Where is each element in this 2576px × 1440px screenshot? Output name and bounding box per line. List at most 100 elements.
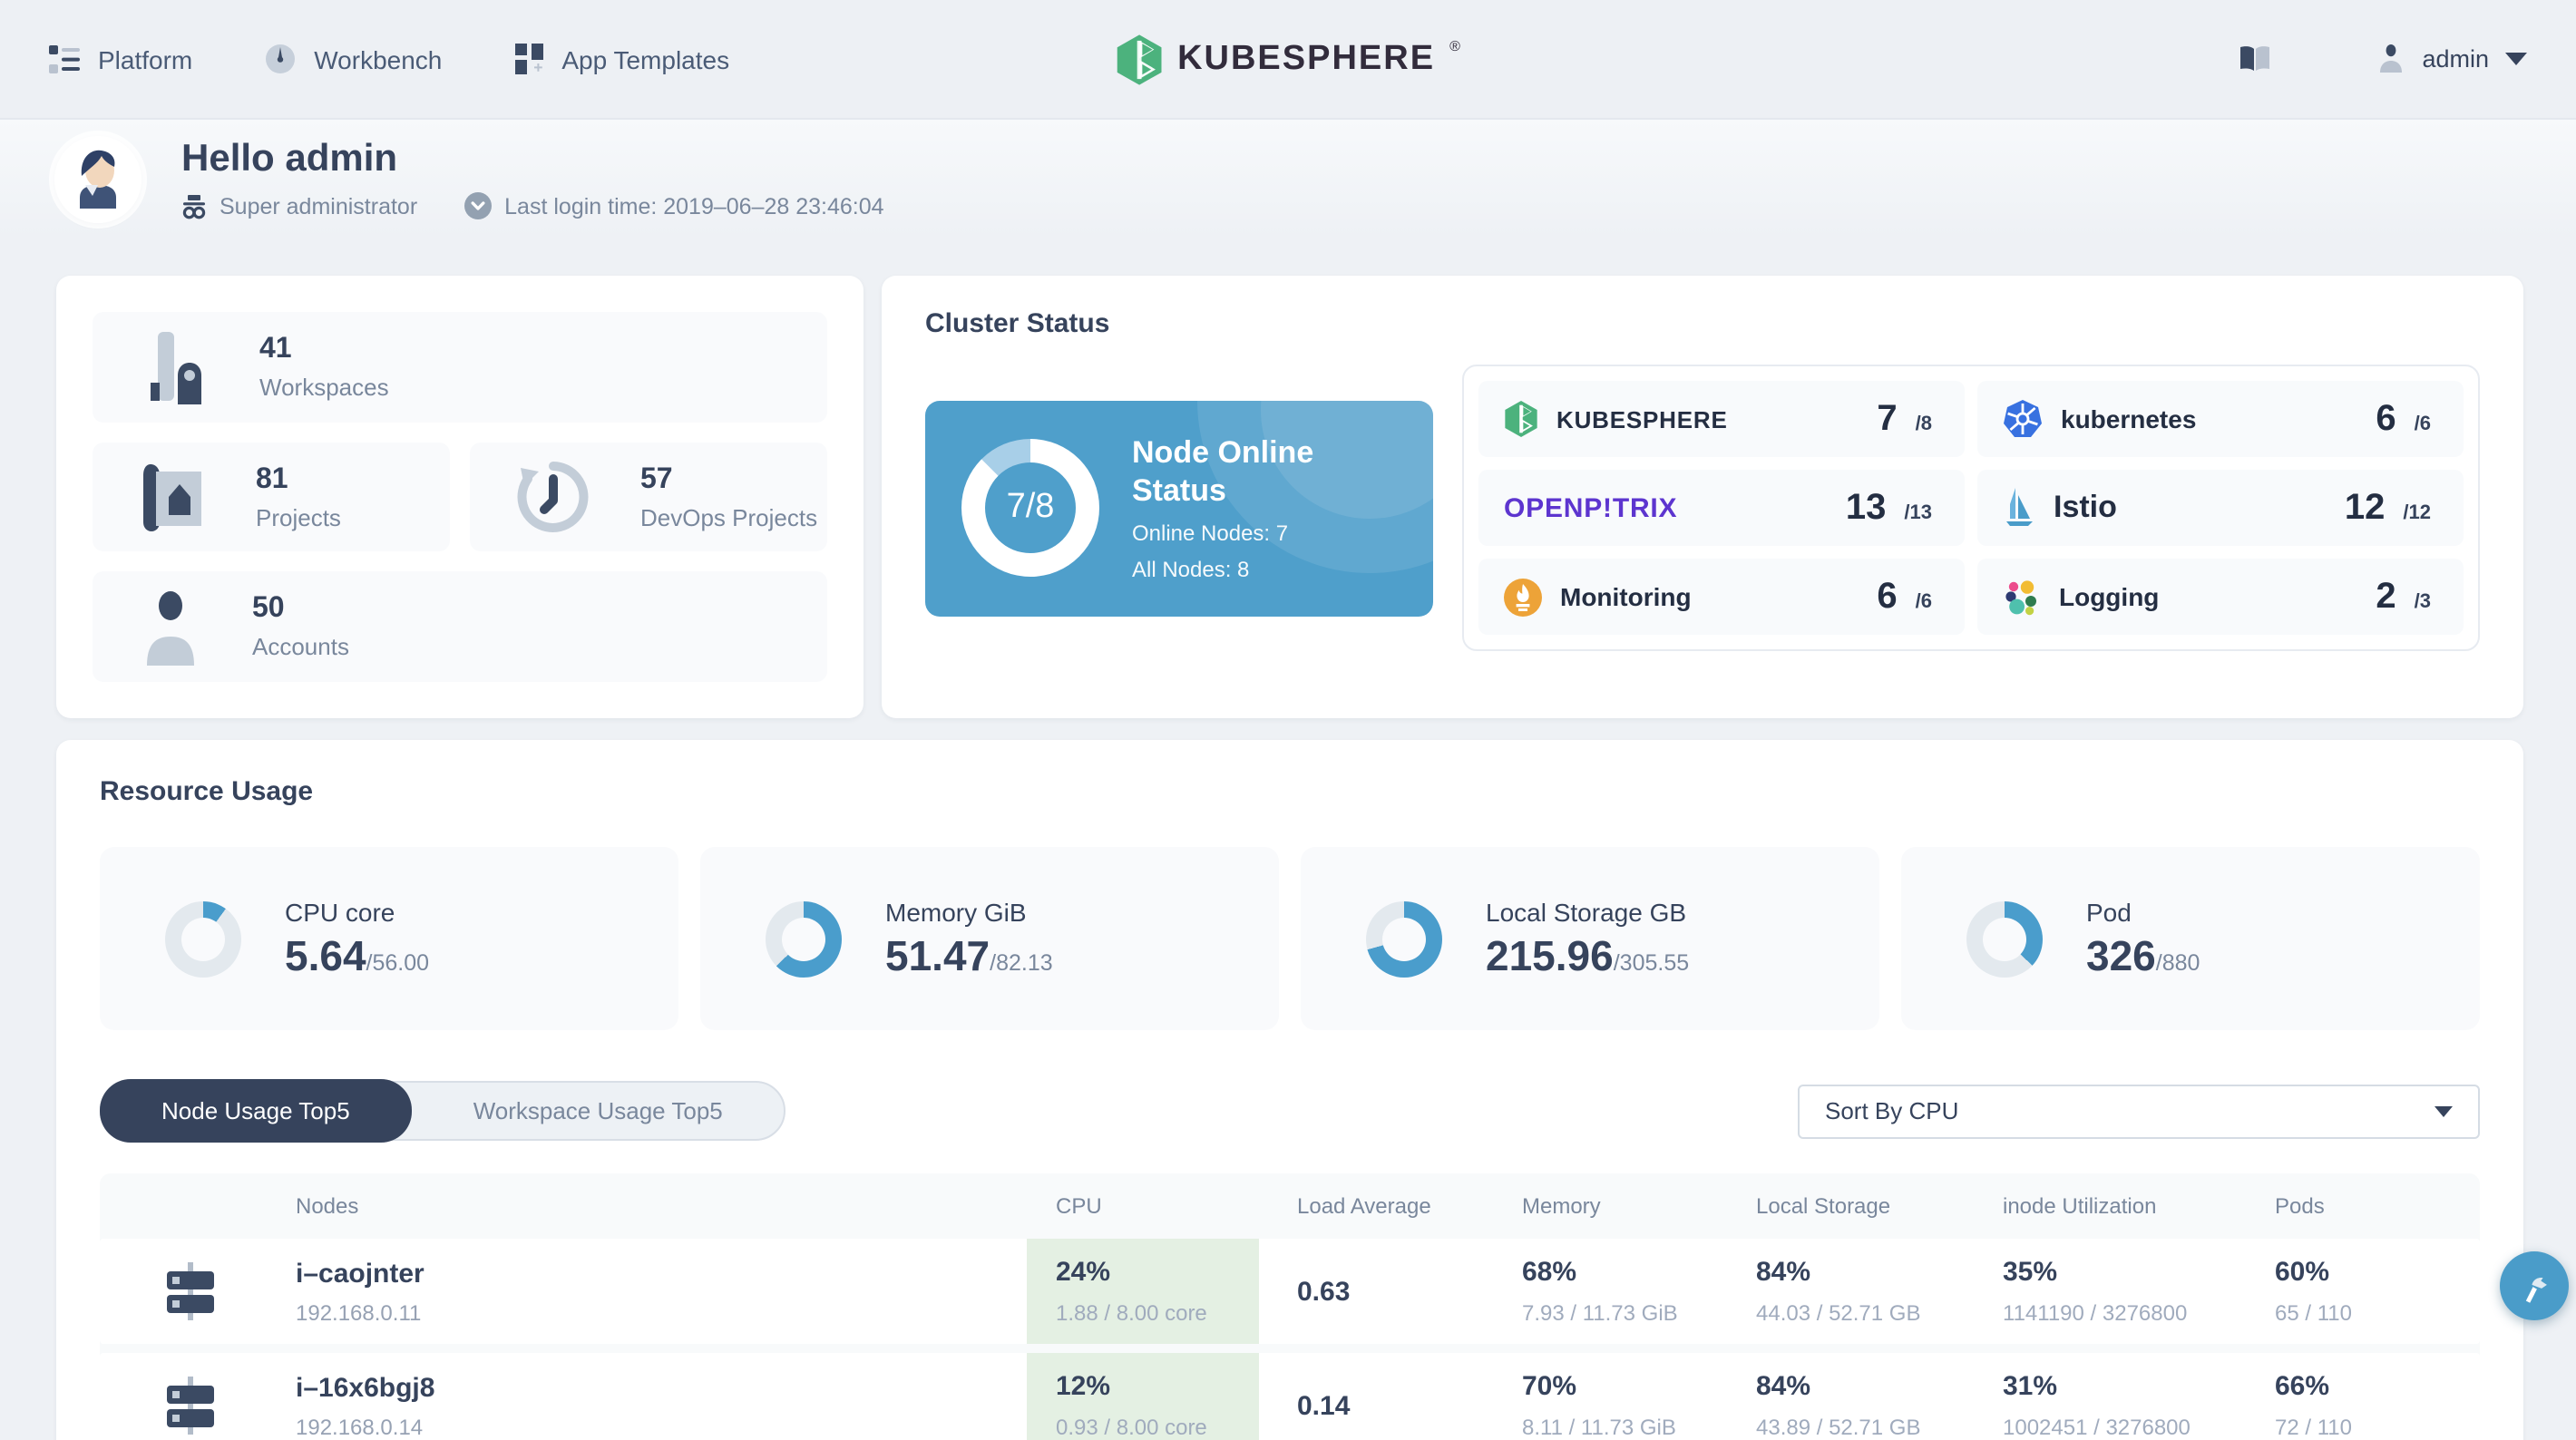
component-kubernetes[interactable]: kubernetes 6 /6: [1977, 381, 2464, 457]
istio-total: /12: [2403, 502, 2431, 524]
toolbox-fab[interactable]: [2500, 1251, 2569, 1320]
memory-percent: 68%: [1522, 1257, 1577, 1288]
openpitrix-component-value: 13: [1845, 487, 1887, 527]
kubesphere-logo-icon: [1116, 34, 1163, 84]
user-menu[interactable]: admin: [2376, 44, 2527, 74]
nav-workbench-label: Workbench: [314, 44, 443, 73]
nav-item-platform[interactable]: Platform: [49, 44, 192, 73]
devops-projects-stat[interactable]: 57 DevOps Projects: [470, 442, 827, 552]
avatar[interactable]: [54, 135, 141, 222]
cpu-detail: 1.88 / 8.00 core: [1056, 1300, 1207, 1326]
workspaces-icon: [140, 329, 209, 405]
memory-gauge-value: 51.47/82.13: [885, 931, 1053, 978]
load-value: 0.63: [1297, 1276, 1351, 1307]
component-monitoring[interactable]: Monitoring 6 /6: [1478, 559, 1965, 635]
memory-detail: 7.93 / 11.73 GiB: [1522, 1300, 1678, 1326]
memory-cell: 70% 8.11 / 11.73 GiB: [1493, 1353, 1727, 1440]
projects-count: 81: [256, 463, 288, 494]
cpu-detail: 0.93 / 8.00 core: [1056, 1415, 1207, 1440]
node-cell: i–16x6bgj8 192.168.0.14: [100, 1353, 1027, 1440]
istio-value: 12: [2344, 487, 2386, 527]
node-ip: 192.168.0.14: [296, 1414, 424, 1439]
inode-detail: 1141190 / 3276800: [2003, 1300, 2188, 1326]
nav-item-app-templates[interactable]: App Templates: [514, 44, 729, 74]
registered-mark: ®: [1449, 38, 1460, 54]
storage-donut: [1366, 900, 1442, 977]
memory-cell: 68% 7.93 / 11.73 GiB: [1493, 1239, 1727, 1344]
storage-cell: 84% 43.89 / 52.71 GB: [1727, 1353, 1974, 1440]
memory-percent: 70%: [1522, 1371, 1577, 1402]
cpu-donut: [165, 900, 241, 977]
hammer-icon: [2514, 1266, 2554, 1306]
load-cell: 0.14: [1259, 1353, 1493, 1440]
node-name[interactable]: i–16x6bgj8: [296, 1372, 434, 1403]
greeting-title: Hello admin: [181, 137, 398, 180]
workspaces-stat[interactable]: 41 Workspaces: [93, 312, 827, 423]
server-node-icon: [163, 1262, 218, 1320]
cpu-gauge-label: CPU core: [285, 897, 395, 926]
component-istio[interactable]: Istio 12 /12: [1977, 470, 2464, 546]
col-inode-utilization: inode Utilization: [2003, 1193, 2157, 1219]
clock-icon: [464, 192, 493, 220]
inode-cell: 31% 1002451 / 3276800: [1974, 1353, 2246, 1440]
openpitrix-wordmark: OPENP!TRIX: [1504, 492, 1678, 523]
node-ip: 192.168.0.11: [296, 1299, 422, 1325]
nav-item-workbench[interactable]: Workbench: [265, 44, 442, 74]
istio-icon: [2003, 488, 2035, 528]
nav-platform-label: Platform: [98, 44, 193, 73]
component-openpitrix[interactable]: OPENP!TRIX 13 /13: [1478, 470, 1965, 546]
storage-gauge: Local Storage GB 215.96/305.55: [1301, 847, 1879, 1030]
component-logging[interactable]: Logging 2 /3: [1977, 559, 2464, 635]
component-kubesphere[interactable]: KUBESPHERE 7 /8: [1478, 381, 1965, 457]
sort-by-select[interactable]: Sort By CPU: [1798, 1084, 2480, 1138]
kubernetes-total: /6: [2414, 414, 2431, 435]
role-item: Super administrator: [181, 193, 417, 219]
tab-workspace-usage-top5[interactable]: Workspace Usage Top5: [412, 1081, 785, 1141]
pod-gauge-value: 326/880: [2086, 931, 2200, 978]
accounts-stat[interactable]: 50 Accounts: [93, 571, 827, 683]
kubesphere-component-value: 7: [1877, 398, 1898, 438]
logging-total: /3: [2414, 591, 2431, 613]
workbench-gauge-icon: [265, 44, 296, 74]
docs-book-icon[interactable]: [2239, 45, 2271, 73]
pods-cell: 60% 65 / 110: [2246, 1239, 2483, 1344]
resource-usage-card: Resource Usage CPU core 5.64/56.00 Memor…: [56, 740, 2523, 1440]
monitoring-value: 6: [1877, 576, 1898, 616]
node-status-ratio: 7/8: [1006, 488, 1055, 526]
kubesphere-logo[interactable]: KUBESPHERE ®: [1116, 0, 1460, 118]
pods-cell: 66% 72 / 110: [2246, 1353, 2483, 1440]
load-cell: 0.63: [1259, 1239, 1493, 1344]
all-nodes-label: All Nodes: 8: [1132, 557, 1250, 583]
prometheus-icon: [1504, 578, 1542, 616]
welcome-banner: Hello admin Super administrator Last log…: [0, 118, 2576, 238]
storage-percent: 84%: [1756, 1257, 1811, 1288]
node-status-donut: 7/8: [961, 439, 1099, 577]
elastic-logging-icon: [2003, 578, 2041, 616]
cpu-cell: 24% 1.88 / 8.00 core: [1027, 1239, 1259, 1344]
storage-detail: 44.03 / 52.71 GB: [1756, 1300, 1921, 1326]
role-icon: [181, 193, 207, 219]
banner-text: Hello admin Super administrator Last log…: [181, 137, 884, 220]
node-name[interactable]: i–caojnter: [296, 1258, 424, 1289]
workspaces-label: Workspaces: [259, 373, 389, 401]
pod-gauge: Pod 326/880: [1901, 847, 2480, 1030]
storage-cell: 84% 44.03 / 52.71 GB: [1727, 1239, 1974, 1344]
kubesphere-dashboard: Platform Workbench App Templates KUBESPH…: [0, 0, 2576, 1440]
col-local-storage: Local Storage: [1756, 1193, 1891, 1219]
inode-percent: 35%: [2003, 1257, 2058, 1288]
storage-gauge-label: Local Storage GB: [1486, 897, 1687, 926]
username-label: admin: [2422, 45, 2489, 73]
table-row[interactable]: i–16x6bgj8 192.168.0.14 12% 0.93 / 8.00 …: [100, 1353, 2480, 1440]
memory-gauge-label: Memory GiB: [885, 897, 1027, 926]
table-row[interactable]: i–caojnter 192.168.0.11 24% 1.88 / 8.00 …: [100, 1239, 2480, 1344]
components-grid: KUBESPHERE 7 /8 OPENP!TRIX 13 /13 Monito…: [1462, 365, 2480, 651]
storage-gauge-value: 215.96/305.55: [1486, 931, 1690, 978]
platform-icon: [49, 44, 80, 73]
kubernetes-value: 6: [2376, 398, 2396, 438]
cpu-percent: 24%: [1056, 1257, 1111, 1288]
storage-detail: 43.89 / 52.71 GB: [1756, 1415, 1921, 1440]
pod-gauge-total: /880: [2155, 949, 2200, 975]
projects-stat[interactable]: 81 Projects: [93, 442, 450, 552]
tab-node-usage-top5[interactable]: Node Usage Top5: [100, 1079, 412, 1143]
memory-gauge-total: /82.13: [990, 949, 1053, 975]
